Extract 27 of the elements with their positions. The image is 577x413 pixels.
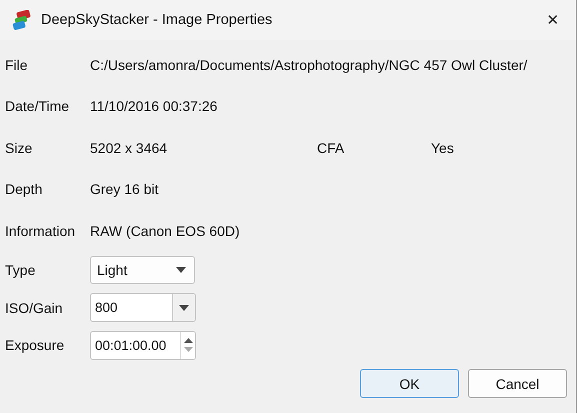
window-title: DeepSkyStacker - Image Properties <box>41 12 274 28</box>
property-label: Depth <box>5 181 44 198</box>
property-value: C:/Users/amonra/Documents/Astrophotography/NGC 457 Owl Cluster/ <box>90 56 528 73</box>
property-label: Date/Time <box>5 98 70 114</box>
app-logo-icon <box>12 10 32 30</box>
caret-icon <box>176 267 186 274</box>
property-label: CFA <box>317 140 346 156</box>
property-value: 5202 x 3464 <box>90 140 168 156</box>
property-value: Yes <box>431 140 454 156</box>
field-label: Type <box>5 262 36 278</box>
spin-field[interactable]: 00:01:00.00 <box>90 330 196 360</box>
property-value: Grey 16 bit <box>90 181 160 198</box>
cancel-button[interactable]: Cancel <box>468 369 567 398</box>
type-dropdown[interactable]: Light <box>90 256 195 284</box>
property-label: File <box>5 56 29 73</box>
property-label: Information <box>5 222 76 239</box>
close-button[interactable]: ✕ <box>530 0 576 40</box>
dropdown-button[interactable] <box>172 294 195 322</box>
field-label: Exposure <box>5 337 66 354</box>
caret-icon <box>179 304 189 311</box>
up-arrow-icon[interactable] <box>184 338 192 344</box>
field-label: ISO/Gain <box>5 300 64 316</box>
property-value: RAW (Canon EOS 60D) <box>90 222 241 239</box>
combo-field[interactable]: 800 <box>90 293 196 322</box>
ok-button[interactable]: OK <box>360 369 459 398</box>
property-value: 11/10/2016 00:37:26 <box>90 98 218 114</box>
property-label: Size <box>5 140 34 156</box>
